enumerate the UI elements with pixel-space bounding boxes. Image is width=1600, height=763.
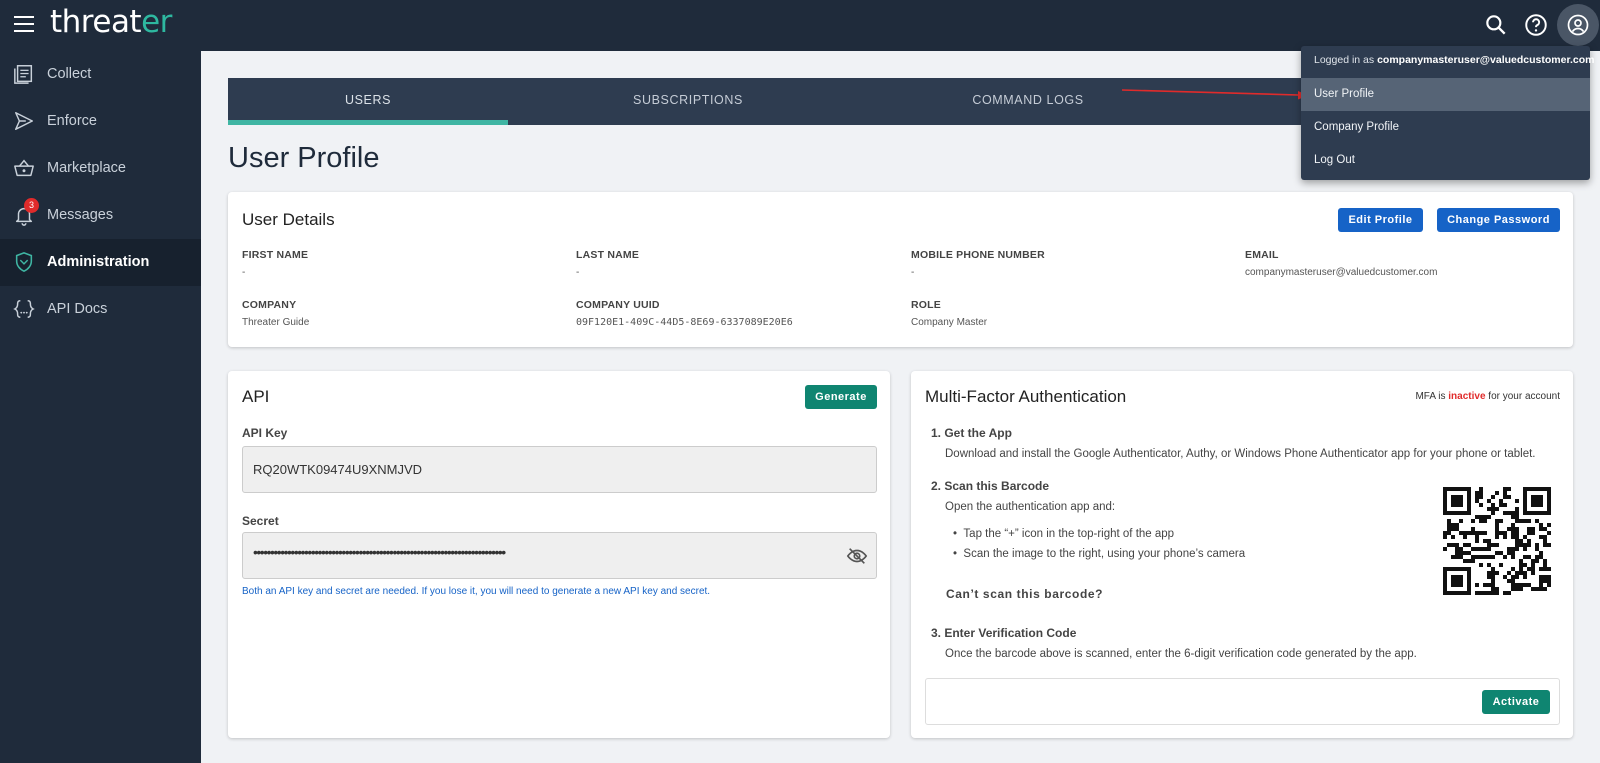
- mfa-title: Multi-Factor Authentication: [925, 387, 1127, 406]
- user-account-menu: Logged in as companymasteruser@valuedcus…: [1301, 46, 1594, 180]
- sidebar-item-label: Marketplace: [47, 160, 126, 176]
- sidebar-item-label: Messages: [47, 207, 114, 223]
- first-name-value: -: [242, 267, 246, 278]
- account-circle-icon: [1567, 14, 1589, 36]
- role-label: ROLE: [911, 299, 941, 311]
- mfa-step1-title: 1. Get the App: [931, 426, 1012, 440]
- sidebar-item-label: Administration: [47, 254, 150, 270]
- logged-in-as: Logged in as companymasteruser@valuedcus…: [1314, 54, 1594, 66]
- sidebar-item-label: Enforce: [47, 113, 97, 129]
- menu-icon[interactable]: [14, 16, 34, 32]
- company-uuid-value: 09F120E1-409C-44D5-8E69-6337089E20E6: [576, 317, 793, 328]
- account-menu-button[interactable]: [1557, 4, 1599, 46]
- mfa-status-prefix: MFA is: [1415, 391, 1449, 402]
- basket-icon: [14, 159, 34, 177]
- mfa-step2-title: 2. Scan this Barcode: [931, 479, 1050, 493]
- top-app-bar: threater: [0, 0, 1600, 51]
- api-card: API Generate API Key RQ20WTK09474U9XNMJV…: [228, 371, 890, 738]
- sidebar-item-api-docs[interactable]: API Docs: [0, 286, 201, 333]
- mfa-status-value: inactive: [1448, 391, 1486, 402]
- mobile-phone-label: MOBILE PHONE NUMBER: [911, 249, 1045, 261]
- company-label: COMPANY: [242, 299, 297, 311]
- page-title: User Profile: [228, 142, 380, 174]
- api-key-field[interactable]: RQ20WTK09474U9XNMJVD: [242, 446, 877, 493]
- edit-profile-button[interactable]: Edit Profile: [1338, 208, 1423, 232]
- mfa-status: MFA is inactive for your account: [1415, 391, 1560, 402]
- mfa-step3-text: Once the barcode above is scanned, enter…: [945, 648, 1417, 660]
- api-key-value: RQ20WTK09474U9XNMJVD: [253, 462, 423, 477]
- logged-in-prefix: Logged in as: [1314, 54, 1378, 66]
- change-password-button[interactable]: Change Password: [1437, 208, 1560, 232]
- sidebar-item-label: API Docs: [47, 301, 108, 317]
- last-name-value: -: [576, 267, 580, 278]
- mobile-phone-value: -: [911, 267, 915, 278]
- secret-field[interactable]: ••••••••••••••••••••••••••••••••••••••••…: [242, 532, 877, 579]
- email-label: EMAIL: [1245, 249, 1279, 261]
- sidebar: Collect Enforce Marketplace 3 Messages A…: [0, 51, 201, 763]
- generate-button[interactable]: Generate: [805, 385, 877, 409]
- braces-icon: [13, 300, 35, 318]
- tab-users[interactable]: USERS: [228, 78, 508, 125]
- api-key-label: API Key: [242, 426, 288, 440]
- menu-item-log-out[interactable]: Log Out: [1301, 144, 1590, 177]
- menu-item-user-profile[interactable]: User Profile: [1301, 78, 1590, 111]
- logo-text-accent: er: [141, 4, 172, 40]
- mfa-step1-text: Download and install the Google Authenti…: [945, 448, 1536, 460]
- mfa-bullet: • Scan the image to the right, using you…: [953, 548, 1246, 560]
- logo-text: threat: [50, 4, 142, 40]
- shield-icon: [15, 252, 33, 273]
- sidebar-item-enforce[interactable]: Enforce: [0, 98, 201, 145]
- user-details-title: User Details: [242, 210, 335, 229]
- sidebar-item-marketplace[interactable]: Marketplace: [0, 145, 201, 192]
- first-name-label: FIRST NAME: [242, 249, 309, 261]
- secret-value: ••••••••••••••••••••••••••••••••••••••••…: [253, 544, 506, 560]
- visibility-off-icon[interactable]: [846, 545, 868, 567]
- sidebar-item-label: Collect: [47, 66, 92, 82]
- user-details-card: User Details Edit Profile Change Passwor…: [228, 192, 1573, 347]
- help-icon[interactable]: [1523, 12, 1549, 38]
- secret-label: Secret: [242, 514, 279, 528]
- role-value: Company Master: [911, 317, 988, 328]
- sidebar-item-messages[interactable]: 3 Messages: [0, 192, 201, 239]
- company-uuid-label: COMPANY UUID: [576, 299, 660, 311]
- verification-code-input[interactable]: Activate: [925, 678, 1560, 725]
- threater-logo[interactable]: threater: [50, 4, 172, 40]
- mfa-step2-text: Open the authentication app and:: [945, 501, 1116, 513]
- enforce-icon: [15, 112, 33, 130]
- last-name-label: LAST NAME: [576, 249, 640, 261]
- tab-subscriptions[interactable]: SUBSCRIPTIONS: [548, 78, 828, 125]
- menu-item-company-profile[interactable]: Company Profile: [1301, 111, 1590, 144]
- logged-in-user: companymasteruser@valuedcustomer.com: [1377, 54, 1595, 66]
- api-help-text: Both an API key and secret are needed. I…: [242, 586, 711, 597]
- notification-badge: 3: [24, 198, 39, 213]
- mfa-bullet: • Tap the “+” icon in the top-right of t…: [953, 528, 1175, 540]
- sidebar-item-administration[interactable]: Administration: [0, 239, 201, 286]
- qr-code-image: [1443, 487, 1551, 595]
- mfa-status-suffix: for your account: [1485, 391, 1560, 402]
- cant-scan-link[interactable]: Can’t scan this barcode?: [946, 587, 1103, 601]
- search-icon[interactable]: [1483, 12, 1509, 38]
- api-title: API: [242, 387, 270, 406]
- mfa-bullet-text: Scan the image to the right, using your …: [963, 548, 1246, 560]
- annotation-arrow-icon: [1121, 89, 1308, 100]
- company-value: Threater Guide: [242, 317, 310, 328]
- activate-button[interactable]: Activate: [1482, 690, 1550, 714]
- collect-icon: [14, 65, 33, 84]
- mfa-step3-title: 3. Enter Verification Code: [931, 626, 1077, 640]
- mfa-bullet-text: Tap the “+” icon in the top-right of the…: [963, 528, 1175, 540]
- sidebar-item-collect[interactable]: Collect: [0, 51, 201, 98]
- email-value: companymasteruser@valuedcustomer.com: [1245, 267, 1438, 278]
